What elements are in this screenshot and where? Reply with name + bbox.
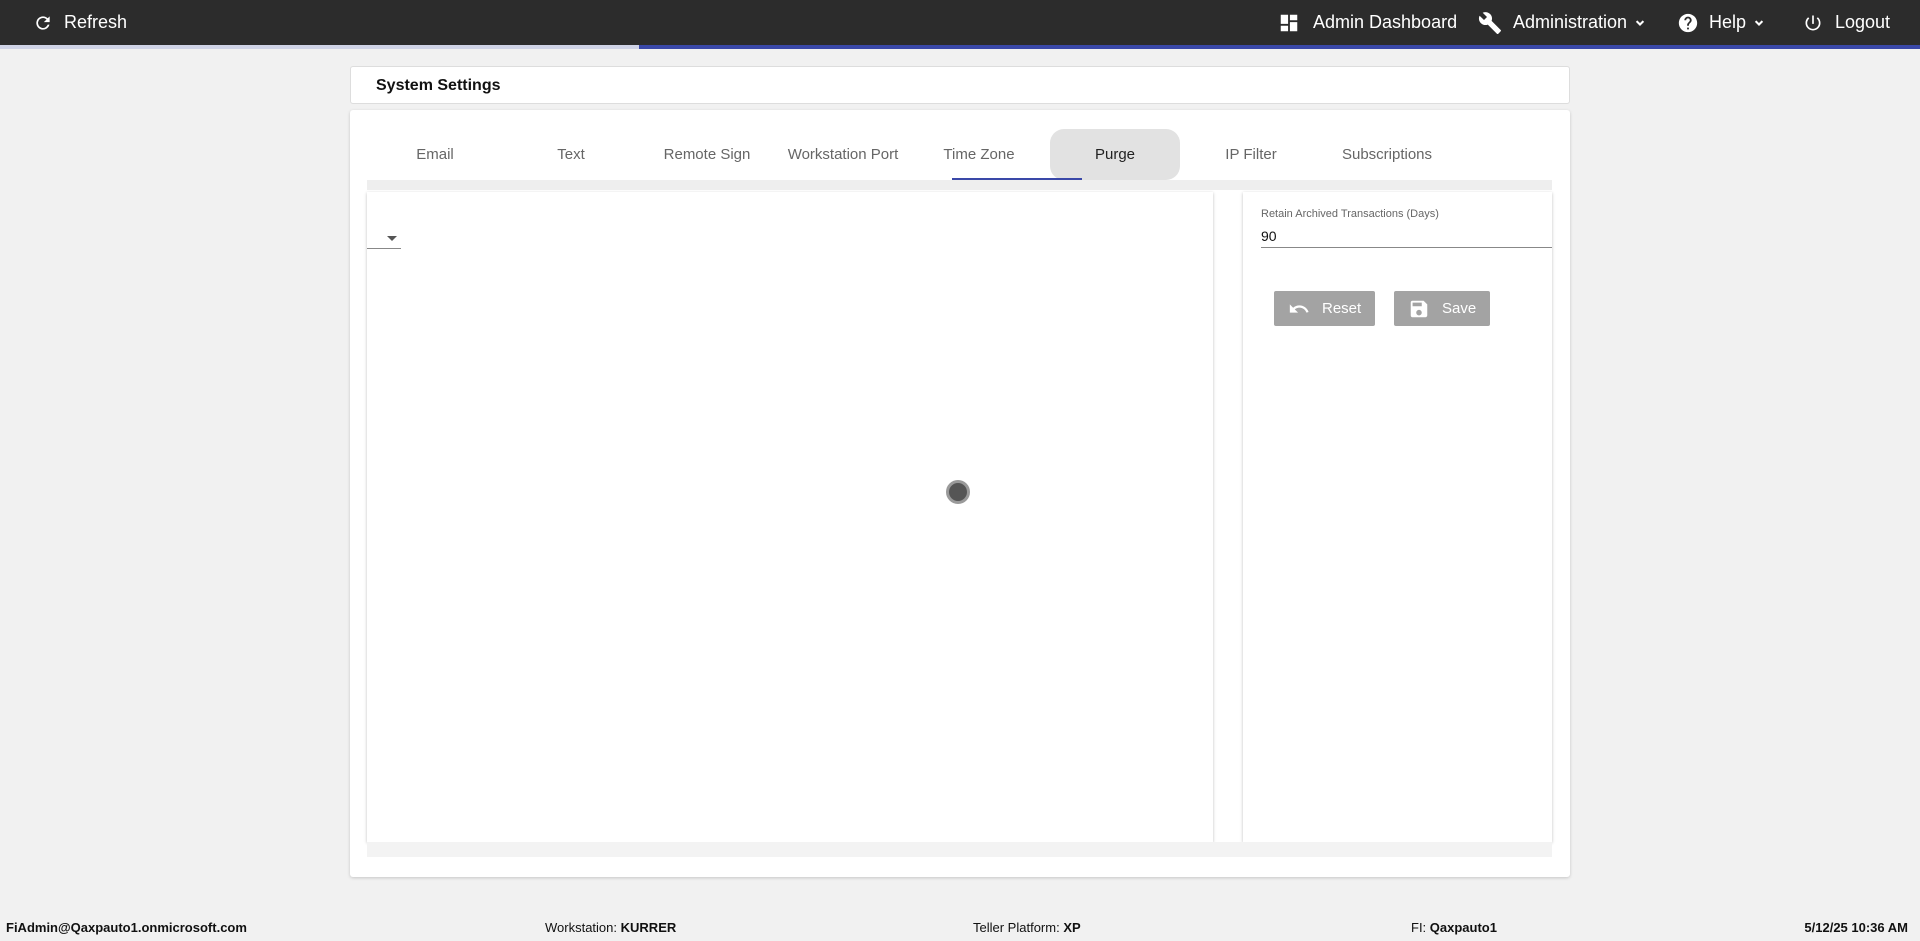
- tab-active-indicator: [952, 178, 1082, 180]
- logout-button[interactable]: Logout: [1803, 0, 1890, 45]
- workstation-value: KURRER: [620, 920, 677, 935]
- reset-button[interactable]: Reset: [1274, 291, 1375, 326]
- retain-days-label: Retain Archived Transactions (Days): [1261, 208, 1439, 220]
- loading-progress-bar: [0, 45, 1920, 49]
- progress-fill: [639, 45, 1920, 49]
- tab-time-zone[interactable]: Time Zone: [914, 129, 1044, 180]
- tabs-divider: [367, 180, 1552, 190]
- save-label: Save: [1442, 300, 1477, 317]
- page-header: System Settings: [350, 66, 1570, 104]
- status-teller-platform: Teller Platform: XP: [973, 920, 1081, 935]
- tab-remote-sign[interactable]: Remote Sign: [642, 129, 772, 180]
- retain-days-input[interactable]: [1261, 224, 1552, 248]
- dropdown-arrow-icon: [387, 236, 397, 241]
- status-fi: FI: Qaxpauto1: [1411, 920, 1497, 935]
- tab-text[interactable]: Text: [506, 129, 636, 180]
- undo-icon: [1289, 303, 1309, 313]
- top-navigation-bar: Refresh Admin Dashboard Administration H…: [0, 0, 1920, 49]
- logout-label: Logout: [1835, 12, 1891, 32]
- save-icon: [1410, 300, 1428, 317]
- help-label: Help: [1709, 12, 1747, 32]
- status-workstation: Workstation: KURRER: [545, 920, 676, 935]
- fi-label: FI:: [1411, 920, 1427, 935]
- fi-value: Qaxpauto1: [1429, 920, 1497, 935]
- select-dropdown[interactable]: [367, 227, 401, 249]
- tab-ip-filter[interactable]: IP Filter: [1186, 129, 1316, 180]
- tab-purge[interactable]: Purge: [1050, 129, 1180, 180]
- reset-label: Reset: [1322, 300, 1362, 317]
- chevron-down-icon: [1635, 19, 1645, 26]
- help-icon: [1678, 13, 1698, 32]
- save-button[interactable]: Save: [1394, 291, 1490, 326]
- status-datetime: 5/12/25 10:36 AM: [1804, 920, 1908, 935]
- settings-card: Email Text Remote Sign Workstation Port …: [350, 110, 1570, 877]
- teller-platform-value: XP: [1063, 920, 1081, 935]
- tab-workstation-port[interactable]: Workstation Port: [778, 129, 908, 180]
- status-bar: FiAdmin@Qaxpauto1.onmicrosoft.com Workst…: [0, 914, 1920, 941]
- left-panel: [367, 192, 1213, 842]
- panel-footer-strip: [367, 842, 1552, 857]
- power-icon: [1805, 15, 1821, 30]
- loading-spinner: [946, 480, 970, 504]
- dashboard-icon: [1280, 14, 1298, 31]
- admin-dashboard-link[interactable]: Admin Dashboard: [1278, 0, 1457, 45]
- tab-email[interactable]: Email: [370, 129, 500, 180]
- help-menu[interactable]: Help: [1677, 0, 1766, 45]
- refresh-button[interactable]: Refresh: [33, 0, 127, 45]
- page-title: System Settings: [376, 77, 501, 94]
- status-user: FiAdmin@Qaxpauto1.onmicrosoft.com: [6, 920, 247, 935]
- refresh-label: Refresh: [64, 12, 128, 32]
- workstation-label: Workstation:: [545, 920, 618, 935]
- refresh-icon: [36, 15, 50, 30]
- purge-settings-panel: Retain Archived Transactions (Days) Rese…: [1243, 192, 1552, 842]
- chevron-down-icon: [1754, 19, 1764, 26]
- tab-subscriptions[interactable]: Subscriptions: [1322, 129, 1452, 180]
- settings-tabs: Email Text Remote Sign Workstation Port …: [367, 129, 1552, 191]
- administration-menu[interactable]: Administration: [1478, 0, 1647, 45]
- admin-dashboard-label: Admin Dashboard: [1313, 12, 1458, 32]
- wrench-icon: [1478, 11, 1501, 34]
- teller-platform-label: Teller Platform:: [973, 920, 1060, 935]
- administration-label: Administration: [1513, 12, 1628, 32]
